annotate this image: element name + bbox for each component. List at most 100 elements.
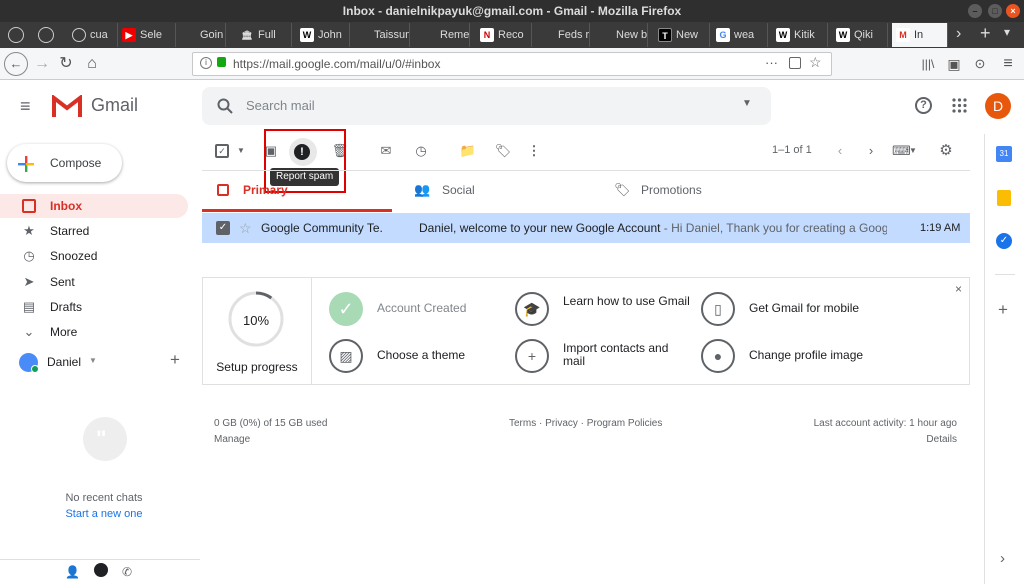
table-row[interactable]: ✓ ☆ Google Community Te. Daniel, welcome… bbox=[202, 213, 970, 243]
keep-icon[interactable] bbox=[997, 190, 1011, 206]
compose-button[interactable]: Compose bbox=[7, 144, 122, 182]
museum-icon: 🏛 bbox=[241, 30, 253, 40]
input-tools-icon[interactable]: ⌨ bbox=[892, 142, 911, 160]
hangouts-avatar[interactable] bbox=[19, 353, 39, 373]
browser-tab[interactable]: N Reco bbox=[476, 23, 532, 47]
newer-icon[interactable]: ‹ bbox=[831, 142, 849, 160]
minimize-icon[interactable]: – bbox=[968, 4, 982, 18]
browser-tab[interactable]: ▶ Sele bbox=[118, 23, 176, 47]
label-icon[interactable]: 🏷 bbox=[494, 142, 512, 160]
screenshot-icon[interactable]: ⊙ bbox=[968, 52, 992, 76]
browser-tab[interactable]: Rememi bbox=[416, 23, 470, 47]
sidebar-item-inbox[interactable]: ▭ Inbox bbox=[0, 194, 188, 218]
tab-primary[interactable]: Primary bbox=[202, 176, 392, 212]
browser-tab[interactable]: W Qiki bbox=[832, 23, 888, 47]
setup-item[interactable]: ▨ Choose a theme bbox=[329, 339, 509, 373]
hangouts-user-name[interactable]: Daniel bbox=[47, 355, 81, 369]
tab-social[interactable]: 👥 Social bbox=[412, 176, 602, 212]
setup-item[interactable]: 🎓 Learn how to use Gmail bbox=[515, 292, 695, 326]
compose-label: Compose bbox=[50, 156, 102, 170]
inbox-icon: ▭ bbox=[22, 199, 36, 213]
setup-item[interactable]: ✓ Account Created bbox=[329, 292, 509, 326]
browser-tab[interactable]: New bo bbox=[592, 23, 648, 47]
library-icon[interactable]: |||\ bbox=[916, 52, 940, 76]
search-input[interactable]: Search mail bbox=[246, 98, 315, 113]
sidebar-item-starred[interactable]: ★ Starred bbox=[0, 219, 188, 243]
hangouts-icon[interactable] bbox=[94, 563, 108, 577]
info-icon[interactable]: i bbox=[200, 57, 212, 69]
setup-item[interactable]: ● Change profile image bbox=[701, 339, 881, 373]
more-actions-icon[interactable]: ⋮ bbox=[525, 142, 543, 160]
new-tab-icon[interactable]: + bbox=[980, 23, 991, 44]
avatar[interactable]: D bbox=[985, 93, 1011, 119]
sidebar-item-sent[interactable]: ➤ Sent bbox=[0, 270, 188, 294]
browser-tab[interactable]: Goin bbox=[176, 23, 226, 47]
details-link[interactable]: Details bbox=[892, 434, 957, 445]
search-box[interactable]: Search mail ▼ bbox=[202, 87, 771, 125]
search-icon[interactable] bbox=[217, 98, 233, 114]
help-icon[interactable]: ? bbox=[915, 97, 932, 114]
page-actions-icon[interactable]: ··· bbox=[765, 55, 778, 70]
manage-link[interactable]: Manage bbox=[214, 434, 250, 445]
sidebar-item-more[interactable]: ⌄ More bbox=[0, 320, 188, 344]
input-tools-dropdown-icon[interactable]: ▼ bbox=[908, 142, 918, 160]
browser-tab[interactable]: M In bbox=[892, 23, 948, 47]
bookmark-star-icon[interactable]: ☆ bbox=[809, 54, 822, 71]
mark-read-icon[interactable]: ✉ bbox=[377, 142, 395, 160]
browser-tab[interactable]: Feds re bbox=[534, 23, 590, 47]
phone-call-icon[interactable]: ✆ bbox=[122, 565, 132, 579]
row-checkbox[interactable]: ✓ bbox=[216, 221, 230, 235]
browser-tab[interactable]: W John bbox=[296, 23, 350, 47]
move-to-icon[interactable]: 📁 bbox=[459, 142, 477, 160]
start-chat-link[interactable]: Start a new one bbox=[0, 508, 208, 520]
setup-item[interactable]: + Import contacts and mail bbox=[515, 339, 695, 373]
settings-gear-icon[interactable]: ⚙ bbox=[937, 142, 955, 160]
wikipedia-icon: W bbox=[836, 28, 850, 42]
tabs-scroll-right-icon[interactable]: › bbox=[956, 25, 961, 43]
close-window-icon[interactable]: × bbox=[1006, 4, 1020, 18]
contacts-icon[interactable]: 👤 bbox=[65, 565, 80, 579]
calendar-icon[interactable]: 31 bbox=[996, 146, 1012, 162]
new-chat-icon[interactable]: + bbox=[170, 350, 180, 370]
setup-item[interactable]: ▯ Get Gmail for mobile bbox=[701, 292, 881, 326]
main-menu-icon[interactable]: ≡ bbox=[20, 97, 31, 115]
browser-tab[interactable]: W Kitik bbox=[772, 23, 828, 47]
apps-grid-icon[interactable] bbox=[952, 98, 967, 113]
browser-tab[interactable]: 🏛 Full bbox=[236, 23, 292, 47]
tab-promotions[interactable]: 🏷 Promotions bbox=[612, 176, 802, 212]
home-icon[interactable]: ⌂ bbox=[80, 52, 104, 76]
browser-tab[interactable]: Gwea bbox=[712, 23, 768, 47]
wikipedia-icon: W bbox=[300, 28, 314, 42]
browser-tab[interactable]: T New bbox=[654, 23, 710, 47]
no-chats-text: No recent chats bbox=[65, 492, 143, 504]
url-text[interactable]: https://mail.google.com/mail/u/0/#inbox bbox=[233, 57, 440, 71]
browser-tab[interactable]: Taissum bbox=[350, 23, 410, 47]
sidebar-item-drafts[interactable]: ▤ Drafts bbox=[0, 295, 188, 319]
select-all-checkbox[interactable]: ✓ bbox=[215, 144, 229, 158]
close-icon[interactable]: × bbox=[955, 282, 962, 296]
pocket-icon[interactable] bbox=[789, 57, 801, 69]
maximize-icon[interactable]: □ bbox=[988, 4, 1002, 18]
older-icon[interactable]: › bbox=[862, 142, 880, 160]
forward-icon[interactable]: → bbox=[30, 52, 54, 76]
snooze-icon[interactable]: ◷ bbox=[412, 142, 430, 160]
menu-icon[interactable]: ≡ bbox=[996, 52, 1020, 76]
get-addons-icon[interactable]: + bbox=[998, 300, 1008, 320]
star-icon[interactable]: ☆ bbox=[239, 213, 252, 243]
reload-icon[interactable]: ↻ bbox=[54, 52, 78, 76]
url-bar[interactable]: i https://mail.google.com/mail/u/0/#inbo… bbox=[192, 52, 832, 76]
globe-icon[interactable] bbox=[38, 27, 54, 43]
status-dropdown-icon[interactable]: ▼ bbox=[89, 356, 97, 365]
sidebar-item-snoozed[interactable]: ◷ Snoozed bbox=[0, 244, 188, 268]
browser-tab[interactable]: cua bbox=[68, 23, 118, 47]
account-icon: ● bbox=[701, 339, 735, 373]
footer-links[interactable]: Terms · Privacy · Program Policies bbox=[509, 418, 662, 429]
tabs-list-icon[interactable]: ▾ bbox=[1004, 25, 1010, 39]
back-icon[interactable]: ← bbox=[4, 52, 28, 76]
search-options-icon[interactable]: ▼ bbox=[742, 98, 752, 109]
select-dropdown-icon[interactable]: ▼ bbox=[232, 142, 250, 160]
expand-panel-icon[interactable]: › bbox=[1000, 550, 1005, 567]
globe-icon[interactable] bbox=[8, 27, 24, 43]
sidebar-icon[interactable]: ▣ bbox=[942, 52, 966, 76]
tasks-icon[interactable]: ✓ bbox=[996, 233, 1012, 249]
